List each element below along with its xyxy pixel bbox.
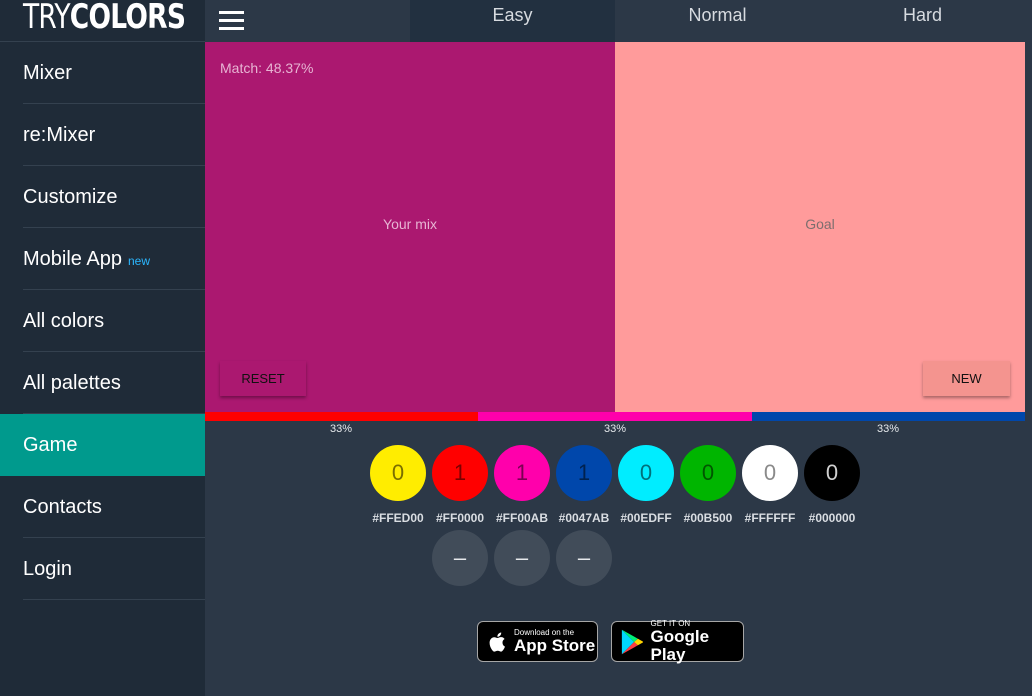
- swatch-hex: #FFFFFF: [744, 511, 796, 525]
- sidebar-item-all-palettes[interactable]: All palettes: [0, 352, 205, 414]
- reset-button[interactable]: RESET: [220, 361, 306, 396]
- goal-panel: Goal NEW: [615, 42, 1025, 412]
- swatch-green[interactable]: 0: [680, 445, 736, 501]
- swatch-blue[interactable]: 1: [556, 445, 612, 501]
- sidebar-menu: Mixer re:Mixer Customize Mobile App new A…: [0, 42, 205, 600]
- sidebar-item-label: Game: [23, 433, 78, 456]
- swatch-black[interactable]: 0: [804, 445, 860, 501]
- sidebar-item-remixer[interactable]: re:Mixer: [0, 104, 205, 166]
- sidebar-item-contacts[interactable]: Contacts: [0, 476, 205, 538]
- scrollbar[interactable]: [1025, 42, 1032, 696]
- google-play-big-text: Google Play: [650, 627, 710, 664]
- sidebar-item-label: Login: [23, 557, 72, 580]
- swatch-hex: #FFED00: [372, 511, 424, 525]
- ratio-percent: 33%: [329, 423, 353, 435]
- swatch-yellow[interactable]: 0: [370, 445, 426, 501]
- tab-label: Hard: [902, 5, 942, 25]
- ratio-percent: 33%: [876, 423, 900, 435]
- sidebar-item-label: re:Mixer: [23, 123, 96, 146]
- sidebar-item-label: Mixer: [23, 61, 72, 84]
- swatch-hex: #00EDFF: [620, 511, 672, 525]
- tab-easy[interactable]: Easy: [410, 0, 615, 42]
- sidebar-item-label: All colors: [23, 309, 105, 332]
- swatch-cyan[interactable]: 0: [618, 445, 674, 501]
- new-button[interactable]: NEW: [923, 361, 1010, 396]
- sidebar-item-label: Mobile App: [23, 247, 122, 270]
- swatch-hex: #00B500: [683, 511, 733, 525]
- decrease-pink-button[interactable]: –: [494, 530, 550, 586]
- logo-colors: COLORS: [69, 0, 186, 37]
- swatch-count: 0: [391, 460, 405, 485]
- google-play-icon: [621, 629, 644, 654]
- logo[interactable]: TRYCOLORS: [23, 0, 186, 40]
- swatch-count: 1: [453, 460, 467, 485]
- swatch-red[interactable]: 1: [432, 445, 488, 501]
- decrease-blue-button[interactable]: –: [556, 530, 612, 586]
- ratio-segment-red: [205, 412, 479, 421]
- sidebar-item-login[interactable]: Login: [0, 538, 205, 600]
- top-bar: Easy Normal Hard: [205, 0, 1032, 42]
- swatch-count: 1: [577, 460, 591, 485]
- swatch-hex: #FF0000: [435, 511, 485, 525]
- tab-normal[interactable]: Normal: [615, 0, 820, 42]
- sidebar-item-mixer[interactable]: Mixer: [0, 42, 205, 104]
- hamburger-menu-icon[interactable]: [219, 9, 245, 31]
- google-play-button[interactable]: GET IT ON Google Play: [611, 619, 744, 664]
- match-percentage: Match: 48.37%: [220, 60, 314, 76]
- swatch-count: 0: [639, 460, 653, 485]
- swatch-hex: #000000: [808, 511, 856, 525]
- app-store-button[interactable]: Download on the App Store: [477, 621, 598, 662]
- sidebar-item-all-colors[interactable]: All colors: [0, 290, 205, 352]
- sidebar-item-label: Customize: [23, 185, 118, 208]
- sidebar-item-mobile-app[interactable]: Mobile App new: [0, 228, 205, 290]
- sidebar-item-label: Contacts: [23, 495, 102, 518]
- sidebar-item-game[interactable]: Game: [0, 414, 205, 476]
- swatch-pink[interactable]: 1: [494, 445, 550, 501]
- new-badge: new: [127, 254, 150, 268]
- swatch-hex: #FF00AB: [495, 511, 548, 525]
- swatch-count: 0: [701, 460, 715, 485]
- tab-label: Easy: [492, 5, 533, 25]
- swatch-hex: #0047AB: [558, 511, 610, 525]
- swatch-count: 1: [515, 460, 529, 485]
- tab-hard[interactable]: Hard: [820, 0, 1025, 42]
- ratio-segment-blue: [751, 412, 1025, 421]
- swatch-count: 0: [825, 460, 839, 485]
- app-store-big-text: App Store: [514, 636, 596, 655]
- apple-icon: [489, 632, 505, 652]
- sidebar: TRYCOLORS Mixer re:Mixer Customize Mobil…: [0, 0, 205, 696]
- your-mix-label: Your mix: [383, 216, 437, 232]
- swatch-count: 0: [763, 460, 777, 485]
- goal-label: Goal: [805, 216, 835, 232]
- swatch-white[interactable]: 0: [742, 445, 798, 501]
- sidebar-item-label: All palettes: [23, 371, 121, 394]
- your-mix-panel: Match: 48.37% Your mix RESET: [205, 42, 615, 412]
- decrease-red-button[interactable]: –: [432, 530, 488, 586]
- tab-label: Normal: [688, 5, 747, 25]
- ratio-percent: 33%: [603, 423, 627, 435]
- sidebar-item-customize[interactable]: Customize: [0, 166, 205, 228]
- logo-try: TRY: [23, 0, 71, 37]
- ratio-bar: [205, 412, 1025, 421]
- ratio-segment-pink: [478, 412, 752, 421]
